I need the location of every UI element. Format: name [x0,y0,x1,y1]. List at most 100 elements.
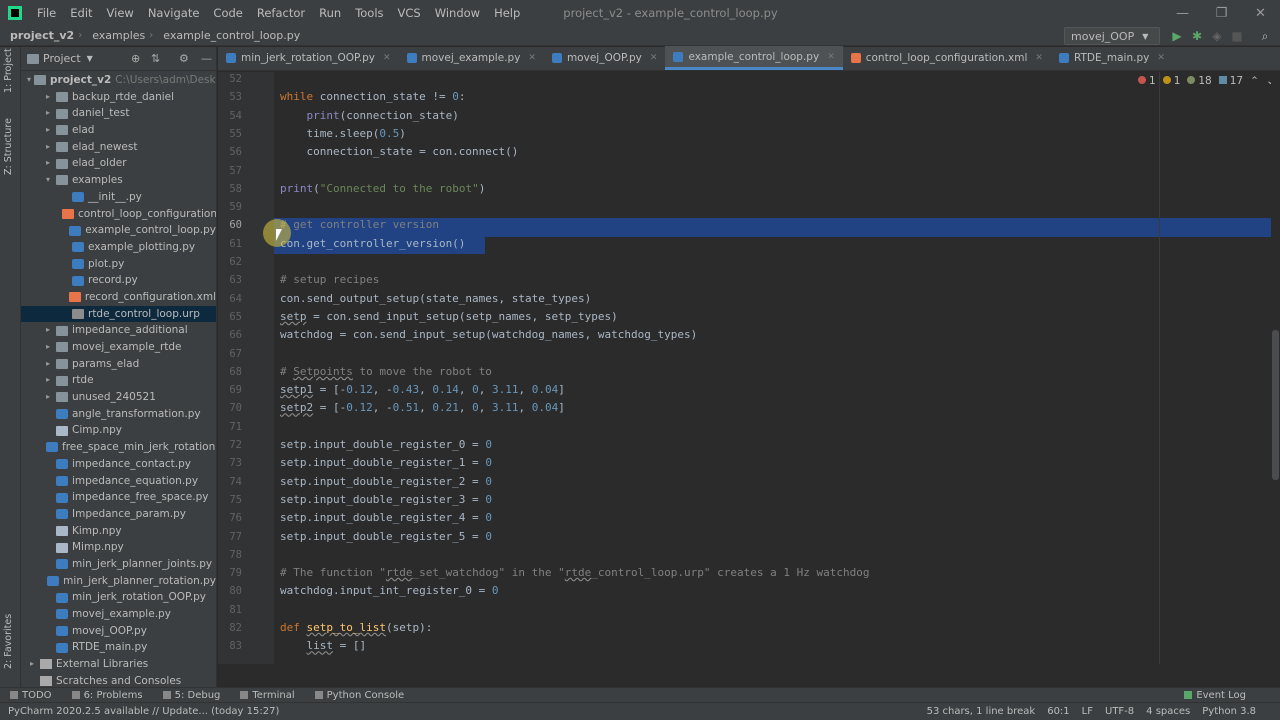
code-line[interactable]: # get controller version [280,216,439,234]
menu-navigate[interactable]: Navigate [141,0,207,26]
breadcrumb-folder[interactable]: examples [82,29,149,42]
tree-folder[interactable]: ▸ movej_example_rtde [21,339,216,356]
editor-tab[interactable]: movej_OOP.py ✕ [544,46,665,70]
editor-tab[interactable]: control_loop_configuration.xml ✕ [843,46,1051,70]
event-log-button[interactable]: Event Log [1174,690,1256,701]
chevron-right-icon[interactable]: ▸ [43,339,53,356]
menu-view[interactable]: View [100,0,141,26]
code-line[interactable]: setp.input_double_register_5 = 0 [280,528,492,546]
close-tab-icon[interactable]: ✕ [1157,53,1165,63]
close-tab-icon[interactable]: ✕ [383,53,391,63]
tree-folder[interactable]: ▸ rtde [21,372,216,389]
indent-setting[interactable]: 4 spaces [1146,706,1190,717]
close-tab-icon[interactable]: ✕ [528,53,536,63]
collapse-all-icon[interactable]: ⇅ [151,52,160,65]
tree-file[interactable]: impedance_equation.py [21,473,216,490]
code-line[interactable]: watchdog.input_int_register_0 = 0 [280,582,499,600]
chevron-right-icon[interactable]: ▸ [43,389,53,406]
chevron-down-icon[interactable]: ▼ [87,54,93,63]
tree-file[interactable]: Cimp.npy [21,422,216,439]
menu-help[interactable]: Help [487,0,527,26]
breadcrumb-project[interactable]: project_v2 [0,29,78,42]
problems-tool-button[interactable]: 6: Problems [62,690,153,701]
editor-tab[interactable]: RTDE_main.py ✕ [1051,46,1173,70]
chevron-right-icon[interactable]: ▸ [27,656,37,673]
menu-window[interactable]: Window [428,0,487,26]
run-configuration-dropdown[interactable]: movej_OOP ▼ [1064,27,1160,45]
code-line[interactable]: watchdog = con.send_input_setup(watchdog… [280,326,697,344]
close-tab-icon[interactable]: ✕ [827,52,835,62]
code-line[interactable]: setp.input_double_register_0 = 0 [280,436,492,454]
tree-file[interactable]: record.py [21,272,216,289]
todo-tool-button[interactable]: TODO [0,690,62,701]
menu-edit[interactable]: Edit [63,0,99,26]
menu-refactor[interactable]: Refactor [250,0,312,26]
code-line[interactable]: setp1 = [-0.12, -0.43, 0.14, 0, 3.11, 0.… [280,381,565,399]
scrollbar-thumb[interactable] [1272,330,1279,480]
debug-tool-button[interactable]: 5: Debug [153,690,231,701]
run-icon[interactable]: ▶ [1170,29,1184,43]
code-line[interactable]: # Setpoints to move the robot to [280,363,492,381]
code-editor[interactable]: while connection_state != 0: print(conne… [274,72,1271,664]
project-panel-title[interactable]: Project [43,52,81,65]
locate-icon[interactable]: ⊕ [131,52,140,65]
stop-icon[interactable]: ■ [1230,29,1244,43]
python-console-tool-button[interactable]: Python Console [305,690,415,701]
breadcrumb-file[interactable]: example_control_loop.py [153,29,304,42]
tree-file[interactable]: __init__.py [21,189,216,206]
code-line[interactable]: # The function "rtde_set_watchdog" in th… [280,564,869,582]
close-button[interactable]: ✕ [1241,0,1280,26]
editor-tab[interactable]: example_control_loop.py ✕ [665,46,843,70]
tree-file[interactable]: rtde_control_loop.urp [21,305,216,323]
inspection-widget[interactable]: 1 1 18 17 ⌃ ⌄ [1138,75,1275,87]
chevron-up-icon[interactable]: ⌃ [1250,75,1259,87]
tree-file[interactable]: movej_example.py [21,606,216,623]
project-tool-tab[interactable]: 1: Project [3,48,14,93]
tree-file[interactable]: impedance_contact.py [21,456,216,473]
code-line[interactable]: connection_state = con.connect() [280,143,518,161]
code-line[interactable]: con.send_output_setup(state_names, state… [280,290,591,308]
tree-file[interactable]: RTDE_main.py [21,639,216,656]
tree-file[interactable]: min_jerk_planner_rotation.py [21,573,216,590]
python-interpreter[interactable]: Python 3.8 [1202,706,1256,717]
code-line[interactable]: while connection_state != 0: [280,88,465,106]
code-line[interactable]: con.get_controller_version() [280,235,465,253]
chevron-right-icon[interactable]: ▸ [43,139,53,156]
tree-folder[interactable]: ▸ unused_240521 [21,389,216,406]
chevron-right-icon[interactable]: ▸ [43,356,53,373]
hide-panel-icon[interactable]: — [201,52,212,65]
chevron-down-icon[interactable]: ▾ [43,172,53,189]
tree-folder[interactable]: ▸ elad_newest [21,139,216,156]
code-line[interactable]: setp.input_double_register_2 = 0 [280,473,492,491]
chevron-right-icon[interactable]: ▸ [43,122,53,139]
weak-warning-count[interactable]: 18 [1187,75,1212,87]
tree-folder[interactable]: ▸ impedance_additional [21,322,216,339]
caret-position[interactable]: 60:1 [1047,706,1069,717]
tree-file[interactable]: record_configuration.xml [21,289,216,306]
tree-file[interactable]: Mimp.npy [21,539,216,556]
code-line[interactable]: setp.input_double_register_4 = 0 [280,509,492,527]
menu-file[interactable]: File [30,0,63,26]
file-encoding[interactable]: UTF-8 [1105,706,1134,717]
typo-count[interactable]: 17 [1218,75,1243,87]
code-line[interactable]: setp.input_double_register_3 = 0 [280,491,492,509]
code-line[interactable]: print("Connected to the robot") [280,180,485,198]
status-message[interactable]: PyCharm 2020.2.5 available // Update... … [0,706,279,717]
menu-code[interactable]: Code [206,0,249,26]
debug-icon[interactable]: ✱ [1190,29,1204,43]
tree-file[interactable]: free_space_min_jerk_rotation.py [21,439,216,456]
chevron-right-icon[interactable]: ▸ [43,105,53,122]
chevron-down-icon[interactable]: ▾ [27,72,31,89]
close-tab-icon[interactable]: ✕ [1035,53,1043,63]
menu-run[interactable]: Run [312,0,348,26]
code-line[interactable]: setp = con.send_input_setup(setp_names, … [280,308,618,326]
tree-file[interactable]: example_control_loop.py [21,222,216,239]
tree-folder[interactable]: ▸ elad_older [21,155,216,172]
tree-folder[interactable]: ▸ daniel_test [21,105,216,122]
close-tab-icon[interactable]: ✕ [650,53,658,63]
code-line[interactable]: time.sleep(0.5) [280,125,405,143]
tree-file[interactable]: movej_OOP.py [21,623,216,640]
code-line[interactable]: # setup recipes [280,271,379,289]
menu-vcs[interactable]: VCS [391,0,428,26]
maximize-button[interactable]: ❐ [1202,0,1241,26]
